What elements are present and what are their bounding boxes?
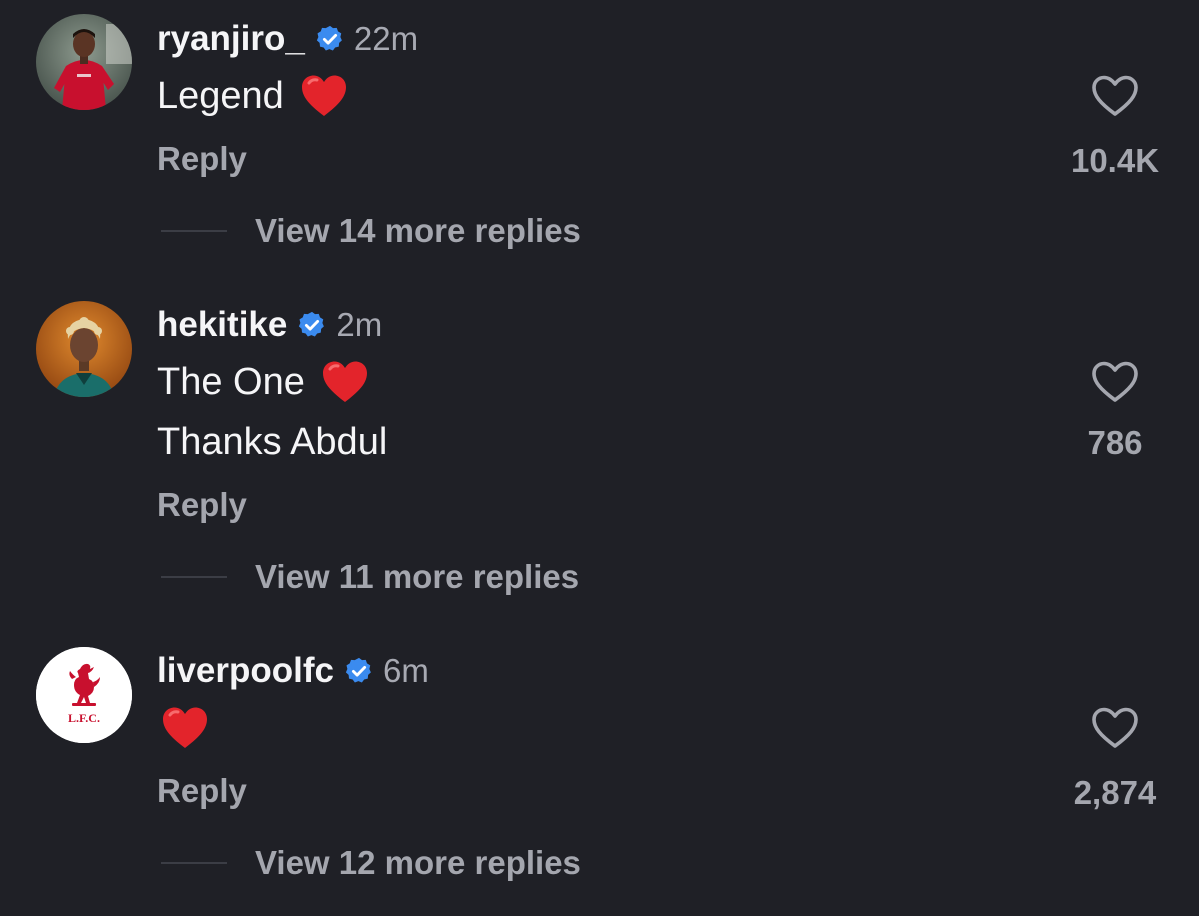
avatar[interactable]: L.F.C.: [36, 647, 132, 743]
username[interactable]: ryanjiro_: [157, 19, 305, 59]
comment-text: The One: [157, 358, 369, 406]
comment-text: Thanks Abdul: [157, 418, 387, 466]
view-replies-label: View 14 more replies: [255, 212, 581, 249]
comment-item: L.F.C. liverpoolfc 6m Reply 2,874 View 1…: [0, 620, 1199, 916]
timestamp: 6m: [382, 652, 429, 689]
reply-button[interactable]: Reply: [157, 484, 247, 526]
comment-text-line: Thanks Abdul: [157, 420, 388, 463]
avatar[interactable]: [36, 301, 132, 397]
view-replies-label: View 12 more replies: [255, 844, 581, 881]
verified-badge-icon: [315, 24, 345, 54]
red-heart-emoji-icon: [321, 360, 369, 404]
comment-text: [157, 704, 209, 752]
verified-badge-icon: [344, 656, 374, 686]
comment-item: hekitike 2m The One Thanks Abdul Reply 7…: [0, 270, 1199, 620]
like-count: 786: [1087, 424, 1143, 461]
reply-button[interactable]: Reply: [157, 138, 247, 180]
player-photo-image: [36, 14, 132, 110]
divider-line: [161, 576, 227, 578]
divider-line: [161, 862, 227, 864]
comment-text-line: Legend: [157, 74, 284, 117]
comment-header: ryanjiro_ 22m: [157, 17, 418, 61]
divider-line: [161, 230, 227, 232]
liverpool-crest-logo: L.F.C.: [36, 647, 132, 743]
comment-text-line: The One: [157, 360, 305, 403]
timestamp: 2m: [336, 306, 383, 343]
like-area: 2,874: [1050, 706, 1180, 812]
crest-text: L.F.C.: [68, 711, 100, 725]
view-replies-button[interactable]: View 11 more replies: [161, 556, 579, 598]
heart-outline-icon[interactable]: [1090, 360, 1140, 404]
like-area: 786: [1050, 360, 1180, 462]
red-heart-emoji-icon: [300, 74, 348, 118]
like-count: 2,874: [1073, 774, 1157, 811]
red-heart-emoji-icon: [161, 706, 209, 750]
avatar[interactable]: [36, 14, 132, 110]
heart-outline-icon[interactable]: [1090, 706, 1140, 750]
reply-button[interactable]: Reply: [157, 770, 247, 812]
timestamp: 22m: [353, 20, 419, 57]
comment-header: hekitike 2m: [157, 303, 382, 347]
player-photo-image: [36, 301, 132, 397]
comment-text: Legend: [157, 72, 348, 120]
view-replies-button[interactable]: View 12 more replies: [161, 842, 581, 884]
like-count: 10.4K: [1070, 142, 1160, 179]
view-replies-button[interactable]: View 14 more replies: [161, 210, 581, 252]
view-replies-label: View 11 more replies: [255, 558, 580, 595]
comment-header: liverpoolfc 6m: [157, 649, 429, 693]
username[interactable]: hekitike: [157, 305, 287, 345]
heart-outline-icon[interactable]: [1090, 74, 1140, 118]
username[interactable]: liverpoolfc: [157, 651, 334, 691]
like-area: 10.4K: [1050, 74, 1180, 180]
verified-badge-icon: [297, 310, 327, 340]
comment-item: ryanjiro_ 22m Legend Reply 10.4K View 14…: [0, 0, 1199, 270]
